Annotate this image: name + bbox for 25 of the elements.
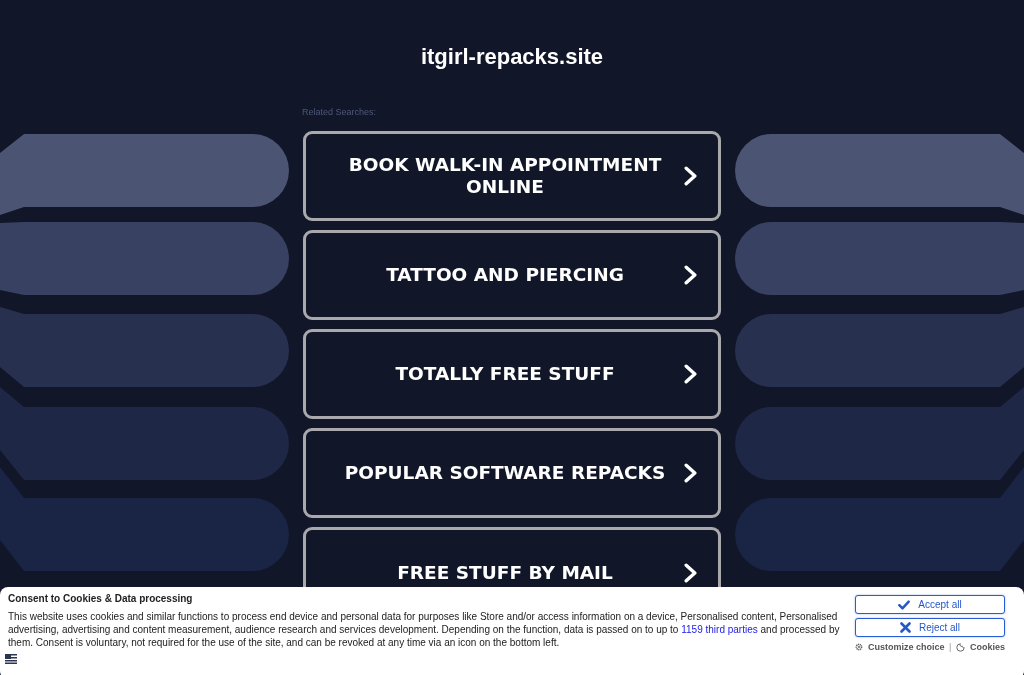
related-search-button[interactable]: FREE STUFF BY MAIL: [303, 527, 721, 587]
cookies-link[interactable]: Cookies: [955, 641, 1005, 653]
cookie-icon: [955, 642, 965, 652]
site-title: itgirl-repacks.site: [420, 43, 604, 70]
related-searches-label: Related Searches:: [302, 106, 377, 118]
close-icon: [899, 622, 911, 633]
chevron-right-icon: [684, 364, 697, 384]
link-separator: |: [949, 641, 952, 653]
reject-all-button[interactable]: Reject all: [855, 618, 1005, 637]
related-search-button[interactable]: TOTALLY FREE STUFF: [303, 329, 721, 419]
chevron-right-icon: [684, 265, 697, 285]
gear-icon: [855, 643, 863, 651]
consent-text: This website uses cookies and similar functions to process end device and personal data for purposes like Store and/or access information on a device, Personalised content, Personalised advertising, advertising and content measurement, audience research and services development. Depending on the function, data is passed on to up to 1159 third parties and processed by them. Consent is voluntary, not required for the use of the site, and can be revoked at any time via an icon on the bottom left.: [8, 610, 841, 649]
related-search-button[interactable]: POPULAR SOFTWARE REPACKS: [303, 428, 721, 518]
consent-title: Consent to Cookies & Data processing: [8, 592, 193, 605]
flag-icon: [5, 654, 17, 664]
chevron-right-icon: [684, 166, 697, 186]
chevron-right-icon: [684, 563, 697, 583]
third-parties-link[interactable]: 1159 third parties: [681, 624, 758, 635]
related-search-button[interactable]: BOOK WALK-IN APPOINTMENT ONLINE: [303, 131, 721, 221]
checkmark-icon: [898, 599, 911, 610]
chevron-right-icon: [684, 463, 697, 483]
accept-all-button[interactable]: Accept all: [855, 595, 1005, 614]
related-search-button[interactable]: TATTOO AND PIERCING: [303, 230, 721, 320]
customize-choice-link[interactable]: Customize choice: [855, 641, 945, 653]
